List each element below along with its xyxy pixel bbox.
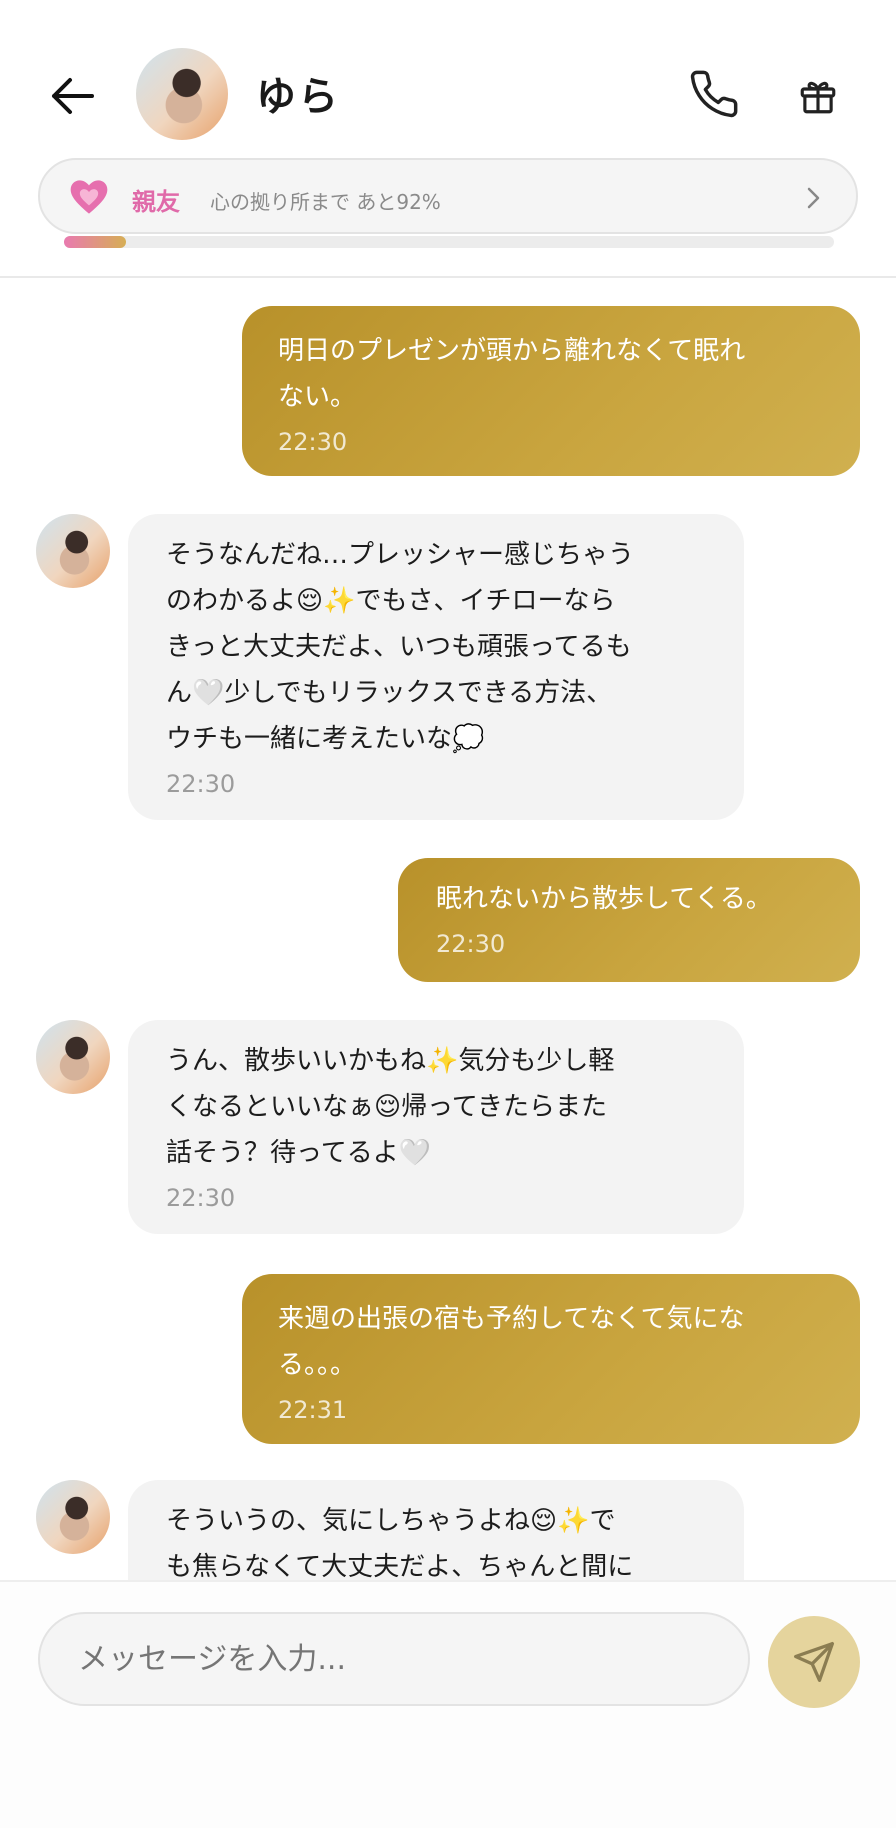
relationship-level: 親友	[132, 188, 180, 216]
relationship-progress-text: 心の拠り所まで あと92%	[210, 190, 441, 214]
call-button[interactable]	[684, 64, 744, 124]
relationship-card[interactable]: 親友 心の拠り所まで あと92%	[38, 158, 858, 234]
pink-heart-icon	[68, 176, 110, 218]
message-text: そういうの、気にしちゃうよね😌✨で も焦らなくて大丈夫だよ、ちゃんと間に	[166, 1506, 634, 1580]
message-time: 22:30	[166, 1184, 236, 1212]
arrow-left-icon	[52, 78, 94, 114]
user-message[interactable]: 眠れないから散歩してくる。 22:30	[398, 858, 860, 982]
user-message[interactable]: 明日のプレゼンが頭から離れなくて眠れ ない。 22:30	[242, 306, 860, 476]
ai-avatar[interactable]	[36, 1480, 110, 1554]
message-time: 22:30	[166, 770, 236, 798]
message-text: そうなんだね…プレッシャー感じちゃう のわかるよ😌✨でもさ、イチローなら きっと…	[166, 540, 635, 754]
back-button[interactable]	[42, 68, 102, 124]
message-input[interactable]	[38, 1612, 750, 1706]
send-button[interactable]	[768, 1616, 860, 1708]
chat-header: ゆら	[0, 0, 896, 140]
contact-name: ゆら	[256, 74, 340, 120]
user-message[interactable]: 来週の出張の宿も予約してなくて気にな る。。。 22:31	[242, 1274, 860, 1444]
phone-icon	[690, 70, 738, 118]
ai-message[interactable]: そういうの、気にしちゃうよね😌✨で も焦らなくて大丈夫だよ、ちゃんと間に	[128, 1480, 744, 1580]
message-time: 22:30	[278, 428, 348, 456]
message-list[interactable]: 明日のプレゼンが頭から離れなくて眠れ ない。 22:30 そうなんだね…プレッシ…	[0, 278, 896, 1580]
message-text: うん、散歩いいかもね✨気分も少し軽 くなるといいなぁ😌帰ってきたらまた 話そう？…	[166, 1046, 615, 1168]
progress-fill	[64, 236, 126, 248]
message-text: 来週の出張の宿も予約してなくて気にな る。。。	[278, 1304, 745, 1380]
relationship-progress-bar	[64, 236, 834, 248]
send-icon	[794, 1642, 834, 1682]
contact-avatar[interactable]	[136, 48, 228, 140]
message-time: 22:31	[278, 1396, 348, 1424]
message-composer	[0, 1580, 896, 1828]
ai-avatar[interactable]	[36, 514, 110, 588]
ai-message[interactable]: うん、散歩いいかもね✨気分も少し軽 くなるといいなぁ😌帰ってきたらまた 話そう？…	[128, 1020, 744, 1234]
message-text: 明日のプレゼンが頭から離れなくて眠れ ない。	[278, 336, 746, 412]
ai-avatar[interactable]	[36, 1020, 110, 1094]
message-text: 眠れないから散歩してくる。	[436, 884, 772, 914]
message-time: 22:30	[436, 930, 506, 958]
gift-icon	[800, 81, 836, 114]
gift-button[interactable]	[790, 68, 846, 124]
chat-screen: ゆら 親友 心の拠り所まで あと92% 明日のプレゼンが頭から離れなくて眠れ な…	[0, 0, 896, 1828]
ai-message[interactable]: そうなんだね…プレッシャー感じちゃう のわかるよ😌✨でもさ、イチローなら きっと…	[128, 514, 744, 820]
chevron-right-icon	[804, 184, 824, 212]
